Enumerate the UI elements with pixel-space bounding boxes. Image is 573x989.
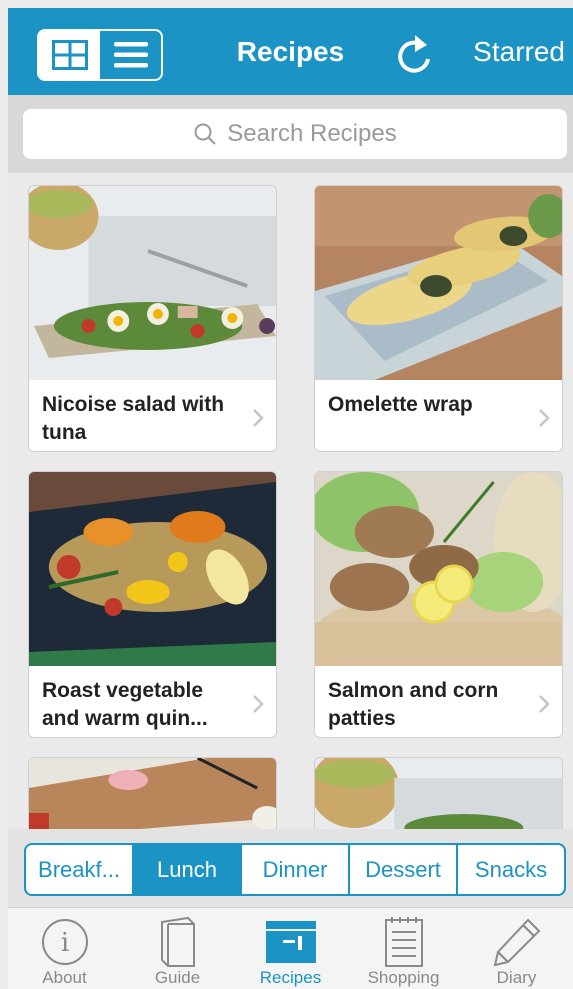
- notepad-icon: [384, 917, 423, 967]
- search-input[interactable]: Search Recipes: [23, 109, 567, 159]
- svg-text:i: i: [60, 928, 68, 958]
- search-placeholder: Search Recipes: [227, 120, 397, 147]
- chevron-right-icon: [253, 695, 264, 713]
- category-tab-dinner[interactable]: Dinner: [242, 845, 350, 894]
- refresh-button[interactable]: [395, 33, 435, 77]
- tab-label: About: [42, 968, 87, 987]
- navigation-bar: Recipes Starred: [8, 8, 573, 95]
- recipe-name: Nicoise salad with tuna: [42, 393, 225, 444]
- recipe-grid: Nicoise salad with tuna Omelette wrap Ro…: [8, 173, 573, 829]
- tab-about[interactable]: i About: [8, 908, 121, 989]
- tab-label: Shopping: [367, 968, 440, 987]
- category-tab-breakfast[interactable]: Breakf...: [26, 845, 134, 894]
- recipe-box-icon: [265, 921, 316, 963]
- recipe-photo-salmon-patties: [315, 472, 562, 672]
- tab-label: Recipes: [259, 968, 322, 987]
- chevron-right-icon: [539, 409, 550, 427]
- recipe-photo-partial: [315, 758, 562, 829]
- tab-label: Diary: [496, 968, 537, 987]
- list-icon: [113, 42, 148, 68]
- grid-view-button[interactable]: [39, 31, 100, 79]
- recipe-card[interactable]: [28, 757, 277, 829]
- tab-guide[interactable]: Guide: [121, 908, 234, 989]
- tab-label: Guide: [154, 968, 201, 987]
- pencil-icon: [493, 918, 540, 967]
- bottom-tab-bar: i About Guide Recipes Shopping Diary: [8, 907, 573, 989]
- search-icon: [194, 123, 216, 145]
- list-view-button[interactable]: [100, 31, 161, 79]
- category-segmented-control: Breakf... Lunch Dinner Dessert Snacks: [24, 843, 566, 896]
- search-bar-container: Search Recipes: [8, 95, 573, 173]
- recipe-photo-partial: [29, 758, 276, 829]
- recipe-card[interactable]: Salmon and corn patties: [314, 471, 563, 738]
- starred-button[interactable]: Starred: [473, 36, 565, 68]
- chevron-right-icon: [539, 695, 550, 713]
- tab-recipes[interactable]: Recipes: [234, 908, 347, 989]
- refresh-icon: [398, 35, 430, 73]
- category-filter-bar: Breakf... Lunch Dinner Dessert Snacks: [8, 829, 573, 907]
- category-tab-dessert[interactable]: Dessert: [350, 845, 458, 894]
- info-icon: i: [41, 919, 88, 965]
- grid-icon: [51, 40, 88, 70]
- recipe-card[interactable]: Nicoise salad with tuna: [28, 185, 277, 452]
- recipe-photo-omelette-wrap: [315, 186, 562, 380]
- tab-diary[interactable]: Diary: [460, 908, 573, 989]
- recipe-photo-roast-vegetable: [29, 472, 276, 666]
- recipe-name: Salmon and corn patties: [328, 679, 499, 730]
- chevron-right-icon: [253, 409, 264, 427]
- book-icon: [160, 916, 195, 967]
- recipe-card[interactable]: [314, 757, 563, 829]
- recipe-name: Omelette wrap: [328, 393, 473, 416]
- recipe-photo-nicoise-salad: [29, 186, 276, 380]
- category-tab-lunch[interactable]: Lunch: [134, 845, 242, 894]
- recipe-name: Roast vegetable and warm quin...: [42, 679, 208, 730]
- recipe-card[interactable]: Roast vegetable and warm quin...: [28, 471, 277, 738]
- recipe-card[interactable]: Omelette wrap: [314, 185, 563, 452]
- tab-shopping[interactable]: Shopping: [347, 908, 460, 989]
- category-tab-snacks[interactable]: Snacks: [458, 845, 564, 894]
- view-mode-toggle: [37, 29, 163, 81]
